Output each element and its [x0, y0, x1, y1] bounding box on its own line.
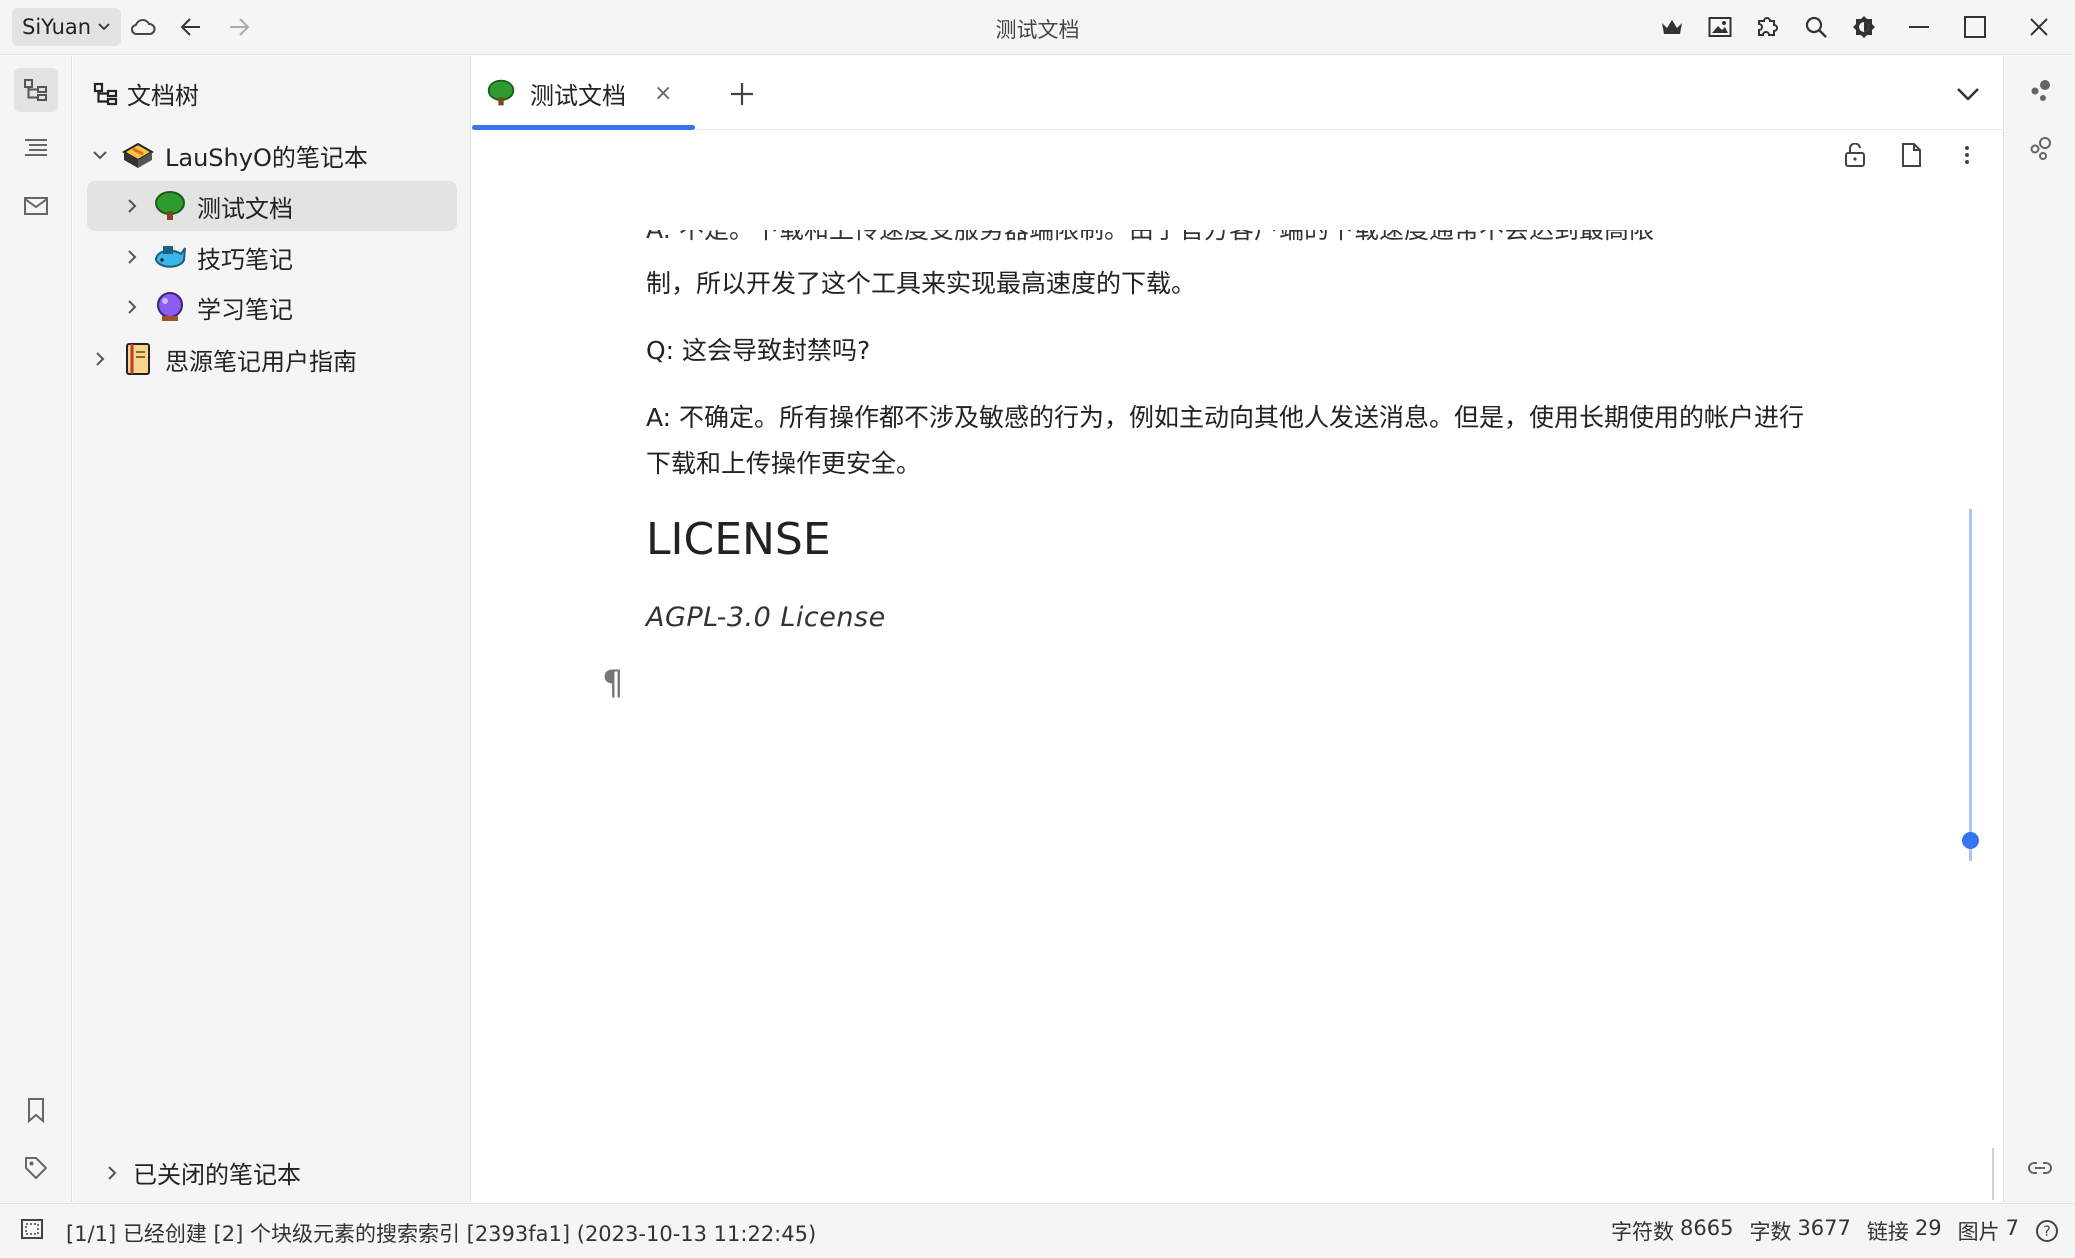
forward-arrow-icon[interactable] [222, 10, 256, 44]
bookmark-icon[interactable] [14, 1088, 58, 1132]
image-icon[interactable] [1703, 10, 1737, 44]
contrast-icon[interactable] [1847, 10, 1881, 44]
stat-image-count: 图片 7 [1957, 1216, 2019, 1244]
file-tree-title: 文档树 [127, 82, 199, 110]
scrollbar-track[interactable] [1969, 509, 1972, 861]
closed-notebooks[interactable]: 已关闭的笔记本 [99, 1155, 301, 1190]
tree-item-study-notes[interactable]: 学习笔记 [87, 282, 457, 332]
chevron-right-icon[interactable] [119, 193, 145, 219]
paragraph-block[interactable]: 制，所以开发了这个工具来实现最高速度的下载。 [646, 261, 1806, 307]
file-tree-icon [93, 82, 119, 106]
puzzle-icon[interactable] [1750, 10, 1784, 44]
document-icon[interactable] [1894, 138, 1928, 172]
license-heading[interactable]: LICENSE [646, 514, 831, 565]
tab-close-icon[interactable]: × [654, 81, 672, 106]
tag-icon[interactable] [14, 1146, 58, 1190]
divider [1992, 1148, 1994, 1200]
file-tree-panel: 文档树 LauShyO的笔记本 测试文档 技巧笔记 学习笔记 思源笔记用户指南 … [73, 56, 471, 1202]
book-emoji-icon [121, 342, 155, 376]
backlink-icon[interactable] [2018, 1146, 2062, 1190]
tree-item-label: LauShyO的笔记本 [165, 143, 368, 172]
editor-area: 测试文档 × A: 不是。下载和上传速度受服务器端限制。由于官方客户端的下载速度… [472, 56, 2002, 1202]
outline-icon[interactable] [14, 126, 58, 170]
tree-item-tips-notes[interactable]: 技巧笔记 [87, 232, 457, 282]
right-dock [2003, 56, 2075, 1202]
pilcrow-icon[interactable]: ¶ [602, 663, 624, 703]
chevron-down-icon[interactable] [87, 142, 113, 168]
whale-emoji-icon [153, 240, 187, 274]
stat-char-count: 字符数 8665 [1610, 1216, 1734, 1244]
stat-link-count: 链接 29 [1866, 1216, 1942, 1244]
stat-word-count: 字数 3677 [1749, 1216, 1851, 1244]
active-tab-indicator [472, 125, 695, 130]
document-stats: 字符数 8665 字数 3677 链接 29 图片 7 ? [1611, 1216, 2059, 1246]
workspace-label: SiYuan [22, 15, 92, 39]
inbox-icon[interactable] [14, 184, 58, 228]
graph-icon[interactable] [2018, 68, 2062, 112]
crystal-ball-emoji-icon [153, 290, 187, 324]
answer-block[interactable]: A: 不确定。所有操作都不涉及敏感的行为，例如主动向其他人发送消息。但是，使用长… [646, 395, 1806, 487]
tree-item-label: 测试文档 [197, 194, 293, 223]
status-message: [1/1] 已经创建 [2] 个块级元素的搜索索引 [2393fa1] (202… [66, 1222, 817, 1246]
tab-label: 测试文档 [530, 81, 626, 110]
chevron-right-icon[interactable] [119, 294, 145, 320]
chevron-right-icon[interactable] [99, 1160, 125, 1186]
tree-emoji-icon [486, 77, 516, 109]
more-vertical-icon[interactable] [1950, 138, 1984, 172]
notebook-emoji-icon [121, 138, 155, 172]
notebook-laushyo[interactable]: LauShyO的笔记本 [87, 130, 457, 180]
tab-list-chevron-icon[interactable] [1948, 74, 1988, 114]
add-tab-button[interactable] [722, 74, 762, 114]
tree-item-test-doc[interactable]: 测试文档 [87, 181, 457, 231]
tree-item-label: 技巧笔记 [197, 245, 293, 274]
cloud-icon[interactable] [126, 10, 160, 44]
tree-item-label: 思源笔记用户指南 [165, 347, 357, 376]
svg-text:?: ? [2043, 1224, 2050, 1240]
crown-icon[interactable] [1655, 10, 1689, 44]
layout-toggle-icon[interactable] [20, 1218, 44, 1240]
chevron-right-icon[interactable] [119, 244, 145, 270]
question-block[interactable]: Q: 这会导致封禁吗? [646, 328, 1806, 374]
file-tree-header: 文档树 [93, 76, 199, 111]
minimize-icon[interactable] [1902, 10, 1936, 44]
file-tree-icon[interactable] [14, 68, 58, 112]
help-icon[interactable]: ? [2035, 1219, 2059, 1243]
chevron-right-icon[interactable] [87, 346, 113, 372]
status-bar: [1/1] 已经创建 [2] 个块级元素的搜索索引 [2393fa1] (202… [0, 1203, 2075, 1258]
search-icon[interactable] [1799, 10, 1833, 44]
back-arrow-icon[interactable] [174, 10, 208, 44]
workspace-button[interactable]: SiYuan [12, 8, 122, 46]
tab-test-doc[interactable]: 测试文档 × [472, 56, 695, 130]
document-toolbar [1838, 138, 1984, 172]
global-graph-icon[interactable] [2018, 126, 2062, 170]
maximize-icon[interactable] [1958, 10, 1992, 44]
left-dock [0, 56, 72, 1202]
clipped-paragraph-line: A: 不是。下载和上传速度受服务器端限制。由于官方客户端的下载速度通常不会达到最… [646, 230, 1806, 252]
tree-emoji-icon [153, 189, 187, 223]
tab-bar: 测试文档 × [472, 56, 2002, 130]
license-text[interactable]: AGPL-3.0 License [646, 602, 886, 633]
unlock-icon[interactable] [1838, 138, 1872, 172]
notebook-user-guide[interactable]: 思源笔记用户指南 [87, 334, 457, 384]
title-bar: SiYuan 测试文档 [0, 0, 2075, 55]
chevron-down-icon [97, 20, 111, 34]
scrollbar-thumb[interactable] [1962, 832, 1979, 849]
closed-notebooks-label: 已关闭的笔记本 [133, 1161, 301, 1189]
tree-item-label: 学习笔记 [197, 295, 293, 324]
close-icon[interactable] [2022, 10, 2056, 44]
